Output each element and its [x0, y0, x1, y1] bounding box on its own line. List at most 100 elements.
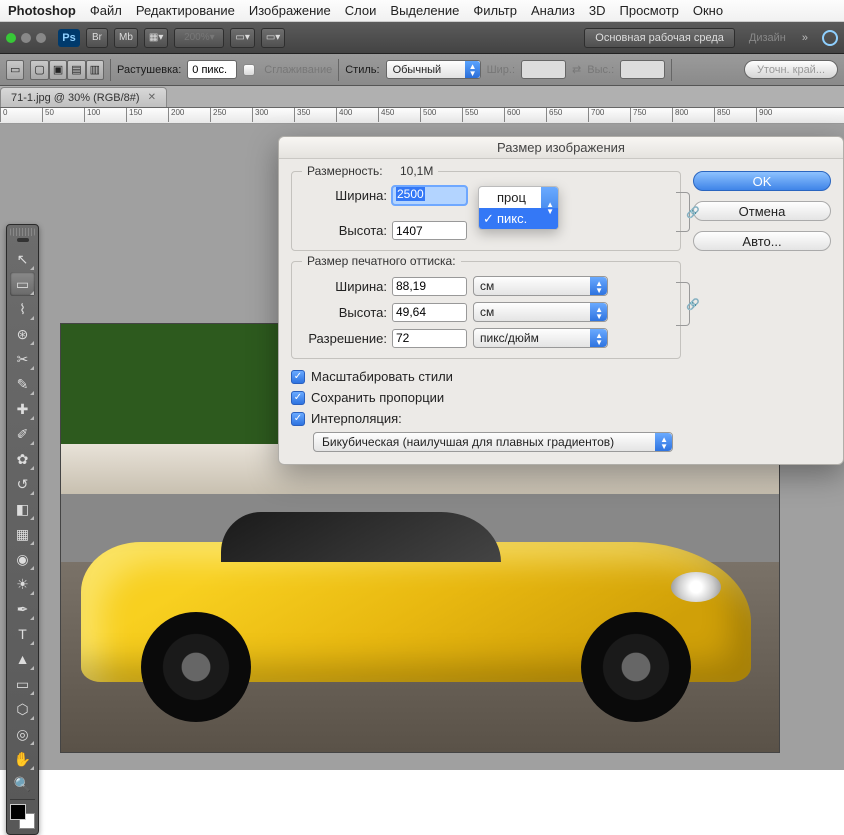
history-brush-tool[interactable]: ↺ [10, 472, 35, 496]
palette-collapse-icon[interactable] [10, 238, 35, 244]
app-toolbar: Ps Br Mb ▦▾ 200% ▾ ▭▾ ▭▾ Основная рабоча… [0, 22, 844, 54]
eyedropper-tool[interactable]: ✎ [10, 372, 35, 396]
search-icon[interactable] [822, 30, 838, 46]
screen-mode-button[interactable]: ▭▾ [261, 28, 285, 48]
px-width-label: Ширина: [302, 188, 392, 203]
scale-styles-checkbox[interactable]: ✓ Масштабировать стили [291, 369, 681, 384]
document-tabs: 71-1.jpg @ 30% (RGB/8#) ✕ [0, 86, 844, 108]
zoom-tool[interactable]: 🔍 [10, 772, 35, 796]
minibridge-button[interactable]: Mb [114, 28, 138, 48]
tool-preset-icon[interactable]: ▭ [6, 60, 24, 80]
eraser-tool[interactable]: ◧ [10, 497, 35, 521]
3d-camera-tool[interactable]: ◎ [10, 722, 35, 746]
ok-button[interactable]: OK [693, 171, 831, 191]
arrange-docs-button[interactable]: ▭▾ [230, 28, 254, 48]
ruler-tick: 200 [168, 108, 210, 122]
constrain-proportions-checkbox[interactable]: ✓ Сохранить пропорции [291, 390, 681, 405]
crop-tool[interactable]: ✂ [10, 347, 35, 371]
dialog-title: Размер изображения [279, 137, 843, 159]
menu-layer[interactable]: Слои [345, 3, 377, 18]
menu-view[interactable]: Просмотр [620, 3, 679, 18]
menu-3d[interactable]: 3D [589, 3, 606, 18]
ruler-tick: 400 [336, 108, 378, 122]
path-select-tool[interactable]: ▲ [10, 647, 35, 671]
zoom-level[interactable]: 200% ▾ [174, 28, 224, 48]
window-controls[interactable] [6, 33, 46, 43]
resample-checkbox[interactable]: ✓ Интерполяция: [291, 411, 681, 426]
menu-file[interactable]: Файл [90, 3, 122, 18]
view-extras-button[interactable]: ▦▾ [144, 28, 168, 48]
pixel-dimensions-fieldset: Размерность: 10,1M Ширина: 2500 проц пик… [291, 171, 681, 251]
feather-input[interactable] [187, 60, 237, 79]
cancel-button[interactable]: Отмена [693, 201, 831, 221]
fixed-width-input [521, 60, 566, 79]
doc-height-units-select[interactable]: см▲▼ [473, 302, 608, 322]
hand-tool[interactable]: ✋ [10, 747, 35, 771]
3d-tool[interactable]: ⬡ [10, 697, 35, 721]
doc-height-input[interactable] [392, 303, 467, 322]
pen-tool[interactable]: ✒ [10, 597, 35, 621]
overflow-icon[interactable]: » [802, 32, 808, 44]
selection-new[interactable]: ▢ [30, 60, 48, 80]
shape-tool[interactable]: ▭ [10, 672, 35, 696]
px-width-units-dropdown[interactable]: проц пикс. ▲▼ [478, 186, 559, 230]
close-tab-icon[interactable]: ✕ [148, 92, 156, 103]
color-swatch[interactable] [10, 804, 35, 829]
px-width-input[interactable]: 2500 [392, 186, 467, 205]
selection-subtract[interactable]: ▤ [67, 60, 85, 80]
tools-palette: ↖ ▭ ⌇ ⊛ ✂ ✎ ✚ ✐ ✿ ↺ ◧ ▦ ◉ ☀ ✒ T ▲ ▭ ⬡ ◎ … [6, 224, 39, 835]
marquee-tool[interactable]: ▭ [10, 272, 35, 296]
document-size-fieldset: Размер печатного оттиска: Ширина: см▲▼ В… [291, 261, 681, 359]
document-tab[interactable]: 71-1.jpg @ 30% (RGB/8#) ✕ [0, 87, 167, 107]
stamp-tool[interactable]: ✿ [10, 447, 35, 471]
menu-analysis[interactable]: Анализ [531, 3, 575, 18]
gradient-tool[interactable]: ▦ [10, 522, 35, 546]
type-tool[interactable]: T [10, 622, 35, 646]
lasso-tool[interactable]: ⌇ [10, 297, 35, 321]
dodge-tool[interactable]: ☀ [10, 572, 35, 596]
ruler-tick: 550 [462, 108, 504, 122]
healing-tool[interactable]: ✚ [10, 397, 35, 421]
width-label: Шир.: [487, 64, 515, 76]
checkbox-icon: ✓ [291, 412, 305, 426]
canvas-area: 0501001502002503003504004505005506006507… [0, 108, 844, 770]
blur-tool[interactable]: ◉ [10, 547, 35, 571]
resolution-label: Разрешение: [302, 331, 392, 346]
quick-select-tool[interactable]: ⊛ [10, 322, 35, 346]
fixed-height-input [620, 60, 665, 79]
menu-window[interactable]: Окно [693, 3, 723, 18]
move-tool[interactable]: ↖ [10, 247, 35, 271]
checkbox-icon: ✓ [291, 391, 305, 405]
foreground-color[interactable] [10, 804, 26, 820]
refine-edge-button[interactable]: Уточн. край... [744, 60, 838, 79]
brush-tool[interactable]: ✐ [10, 422, 35, 446]
menu-edit[interactable]: Редактирование [136, 3, 235, 18]
doc-width-input[interactable] [392, 277, 467, 296]
menu-select[interactable]: Выделение [390, 3, 459, 18]
doc-size-label: Размер печатного оттиска: [307, 254, 456, 268]
workspace-switcher[interactable]: Основная рабочая среда [584, 28, 735, 48]
pixel-dims-value: 10,1M [400, 164, 433, 178]
doc-constrain-link-icon[interactable]: 🔗 [686, 298, 700, 311]
height-label: Выс.: [587, 64, 614, 76]
auto-button[interactable]: Авто... [693, 231, 831, 251]
ruler-tick: 650 [546, 108, 588, 122]
doc-width-units-select[interactable]: см▲▼ [473, 276, 608, 296]
doc-height-label: Высота: [302, 305, 392, 320]
selection-intersect[interactable]: ▥ [86, 60, 104, 80]
palette-handle[interactable] [10, 228, 35, 236]
ps-app-icon: Ps [58, 29, 80, 47]
macos-menu-bar: Photoshop Файл Редактирование Изображени… [0, 0, 844, 22]
menu-filter[interactable]: Фильтр [473, 3, 517, 18]
selection-add[interactable]: ▣ [49, 60, 67, 80]
resolution-units-select[interactable]: пикс/дюйм▲▼ [473, 328, 608, 348]
style-select[interactable]: Обычный▲▼ [386, 60, 481, 79]
px-height-input[interactable] [392, 221, 467, 240]
menu-image[interactable]: Изображение [249, 3, 331, 18]
bridge-button[interactable]: Br [86, 28, 108, 48]
ruler-tick: 150 [126, 108, 168, 122]
constrain-link-icon[interactable]: 🔗 [686, 206, 700, 219]
resolution-input[interactable] [392, 329, 467, 348]
ruler-tick: 450 [378, 108, 420, 122]
resample-method-select[interactable]: Бикубическая (наилучшая для плавных град… [313, 432, 673, 452]
